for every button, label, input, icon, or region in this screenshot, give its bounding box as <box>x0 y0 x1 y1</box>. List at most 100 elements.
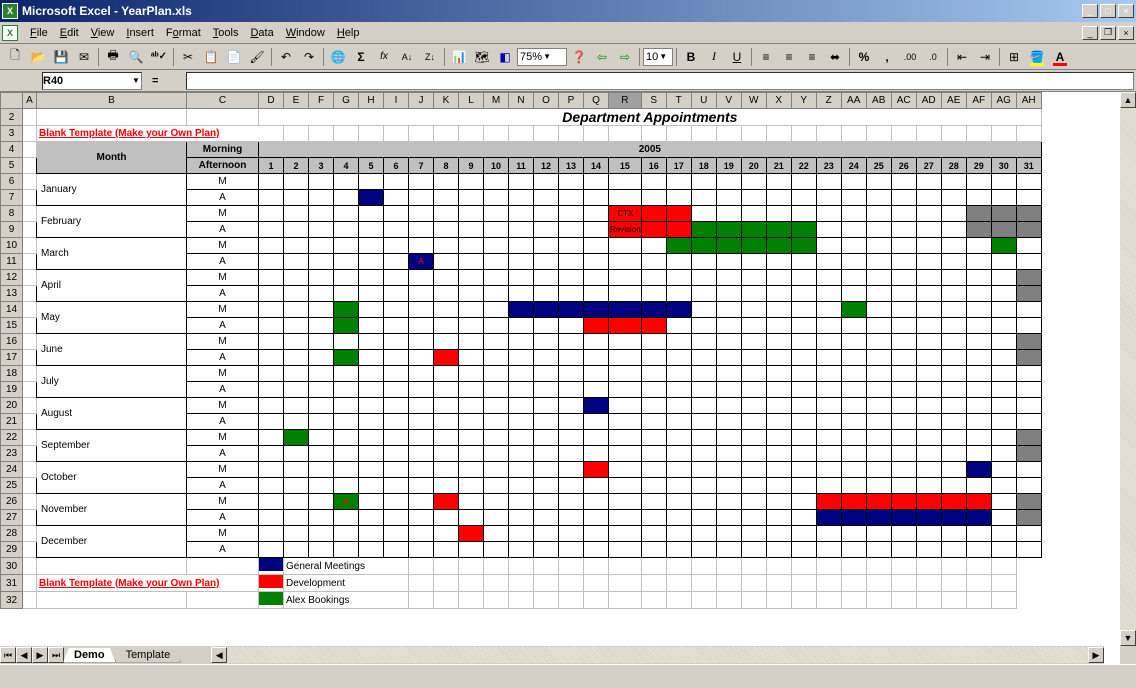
cell-N13[interactable] <box>509 286 534 302</box>
cell-V18[interactable] <box>716 366 741 382</box>
borders-button[interactable]: ⊞ <box>1003 46 1025 68</box>
select-all-corner[interactable] <box>1 93 23 109</box>
cell-Z9[interactable] <box>816 222 841 238</box>
row-header-23[interactable]: 23 <box>1 446 23 462</box>
row-header-2[interactable]: 2 <box>1 109 23 126</box>
cell-P17[interactable] <box>559 350 584 366</box>
cell-R9[interactable]: Revision <box>609 222 642 238</box>
cell-AC29[interactable] <box>891 542 916 558</box>
cell-A29[interactable] <box>23 542 37 558</box>
cell-K11[interactable] <box>434 254 459 270</box>
cell-Q23[interactable] <box>584 446 609 462</box>
cell-S15[interactable] <box>641 318 666 334</box>
cell-U19[interactable] <box>691 382 716 398</box>
cell-AD30[interactable] <box>891 558 916 575</box>
cell-AB14[interactable] <box>866 302 891 318</box>
cell-AD15[interactable] <box>916 318 941 334</box>
cell-C6[interactable]: M <box>187 174 259 190</box>
cell-W17[interactable] <box>741 350 766 366</box>
window-close-button[interactable]: × <box>1118 4 1134 18</box>
cell-G3[interactable] <box>334 126 359 142</box>
cell-L9[interactable] <box>459 222 484 238</box>
cell-M26[interactable] <box>484 494 509 510</box>
cell-O20[interactable] <box>534 398 559 414</box>
cell-V28[interactable] <box>716 526 741 542</box>
cell-AG14[interactable] <box>991 302 1016 318</box>
cell-W9[interactable] <box>741 222 766 238</box>
cell-P24[interactable] <box>559 462 584 478</box>
cell-A26[interactable] <box>23 494 37 510</box>
cell-AD22[interactable] <box>916 430 941 446</box>
cell-AA17[interactable] <box>841 350 866 366</box>
cell-Y32[interactable] <box>766 592 791 609</box>
cell-C24[interactable]: M <box>187 462 259 478</box>
cell-C14[interactable]: M <box>187 302 259 318</box>
cell-D22[interactable] <box>259 430 284 446</box>
copy-button[interactable]: 📋 <box>200 46 222 68</box>
cell-E16[interactable] <box>284 334 309 350</box>
cell-AB22[interactable] <box>866 430 891 446</box>
cell-H10[interactable] <box>359 238 384 254</box>
cell-A31[interactable] <box>23 575 37 592</box>
cell-N31[interactable] <box>484 575 509 592</box>
cell-AE32[interactable] <box>916 592 941 609</box>
cell-AH9[interactable] <box>1016 222 1041 238</box>
cell-U11[interactable] <box>691 254 716 270</box>
cell-Q15[interactable] <box>584 318 609 334</box>
align-center-button[interactable]: ≡ <box>778 46 800 68</box>
col-header-R[interactable]: R <box>609 93 642 109</box>
cell-M25[interactable] <box>484 478 509 494</box>
cell-AH21[interactable] <box>1016 414 1041 430</box>
cell-AG22[interactable] <box>991 430 1016 446</box>
cell-M3[interactable] <box>484 126 509 142</box>
cell-T23[interactable] <box>666 446 691 462</box>
cell-C12[interactable]: M <box>187 270 259 286</box>
cell-AH32[interactable] <box>991 592 1016 609</box>
cell-AC21[interactable] <box>891 414 916 430</box>
cell-AD7[interactable] <box>916 190 941 206</box>
back-button[interactable]: ⇦ <box>591 46 613 68</box>
cell-X17[interactable] <box>766 350 791 366</box>
tab-prev-button[interactable]: ◀ <box>16 647 32 663</box>
cell-A7[interactable] <box>23 190 37 206</box>
cell-I12[interactable] <box>384 270 409 286</box>
cell-Z8[interactable] <box>816 206 841 222</box>
cell-Y30[interactable] <box>766 558 791 575</box>
cell-T31[interactable] <box>641 575 666 592</box>
cell-J14[interactable] <box>409 302 434 318</box>
cell-AE19[interactable] <box>941 382 966 398</box>
col-header-U[interactable]: U <box>691 93 716 109</box>
cell-A22[interactable] <box>23 430 37 446</box>
cell-M31[interactable] <box>459 575 484 592</box>
cell-O29[interactable] <box>534 542 559 558</box>
cell-X29[interactable] <box>766 542 791 558</box>
cell-Q30[interactable] <box>559 558 584 575</box>
cell-E31[interactable]: Development <box>284 575 409 592</box>
cell-Q24[interactable] <box>584 462 609 478</box>
cell-T20[interactable] <box>666 398 691 414</box>
cell-AH8[interactable] <box>1016 206 1041 222</box>
cell-AE26[interactable] <box>941 494 966 510</box>
cell-AB11[interactable] <box>866 254 891 270</box>
row-header-24[interactable]: 24 <box>1 462 23 478</box>
cell-N14[interactable] <box>509 302 534 318</box>
col-header-E[interactable]: E <box>284 93 309 109</box>
cell-L20[interactable] <box>459 398 484 414</box>
cell-Q6[interactable] <box>584 174 609 190</box>
menu-format[interactable]: Format <box>160 25 207 41</box>
cell-N3[interactable] <box>509 126 534 142</box>
cell-AC27[interactable] <box>891 510 916 526</box>
cell-AA22[interactable] <box>841 430 866 446</box>
cell-AD6[interactable] <box>916 174 941 190</box>
cell-U13[interactable] <box>691 286 716 302</box>
cell-X15[interactable] <box>766 318 791 334</box>
cell-J8[interactable] <box>409 206 434 222</box>
cell-Y27[interactable] <box>791 510 816 526</box>
cell-AG6[interactable] <box>991 174 1016 190</box>
cell-W12[interactable] <box>741 270 766 286</box>
cell-AE22[interactable] <box>941 430 966 446</box>
cell-T27[interactable] <box>666 510 691 526</box>
cell-D25[interactable] <box>259 478 284 494</box>
row-header-16[interactable]: 16 <box>1 334 23 350</box>
cell-J27[interactable] <box>409 510 434 526</box>
